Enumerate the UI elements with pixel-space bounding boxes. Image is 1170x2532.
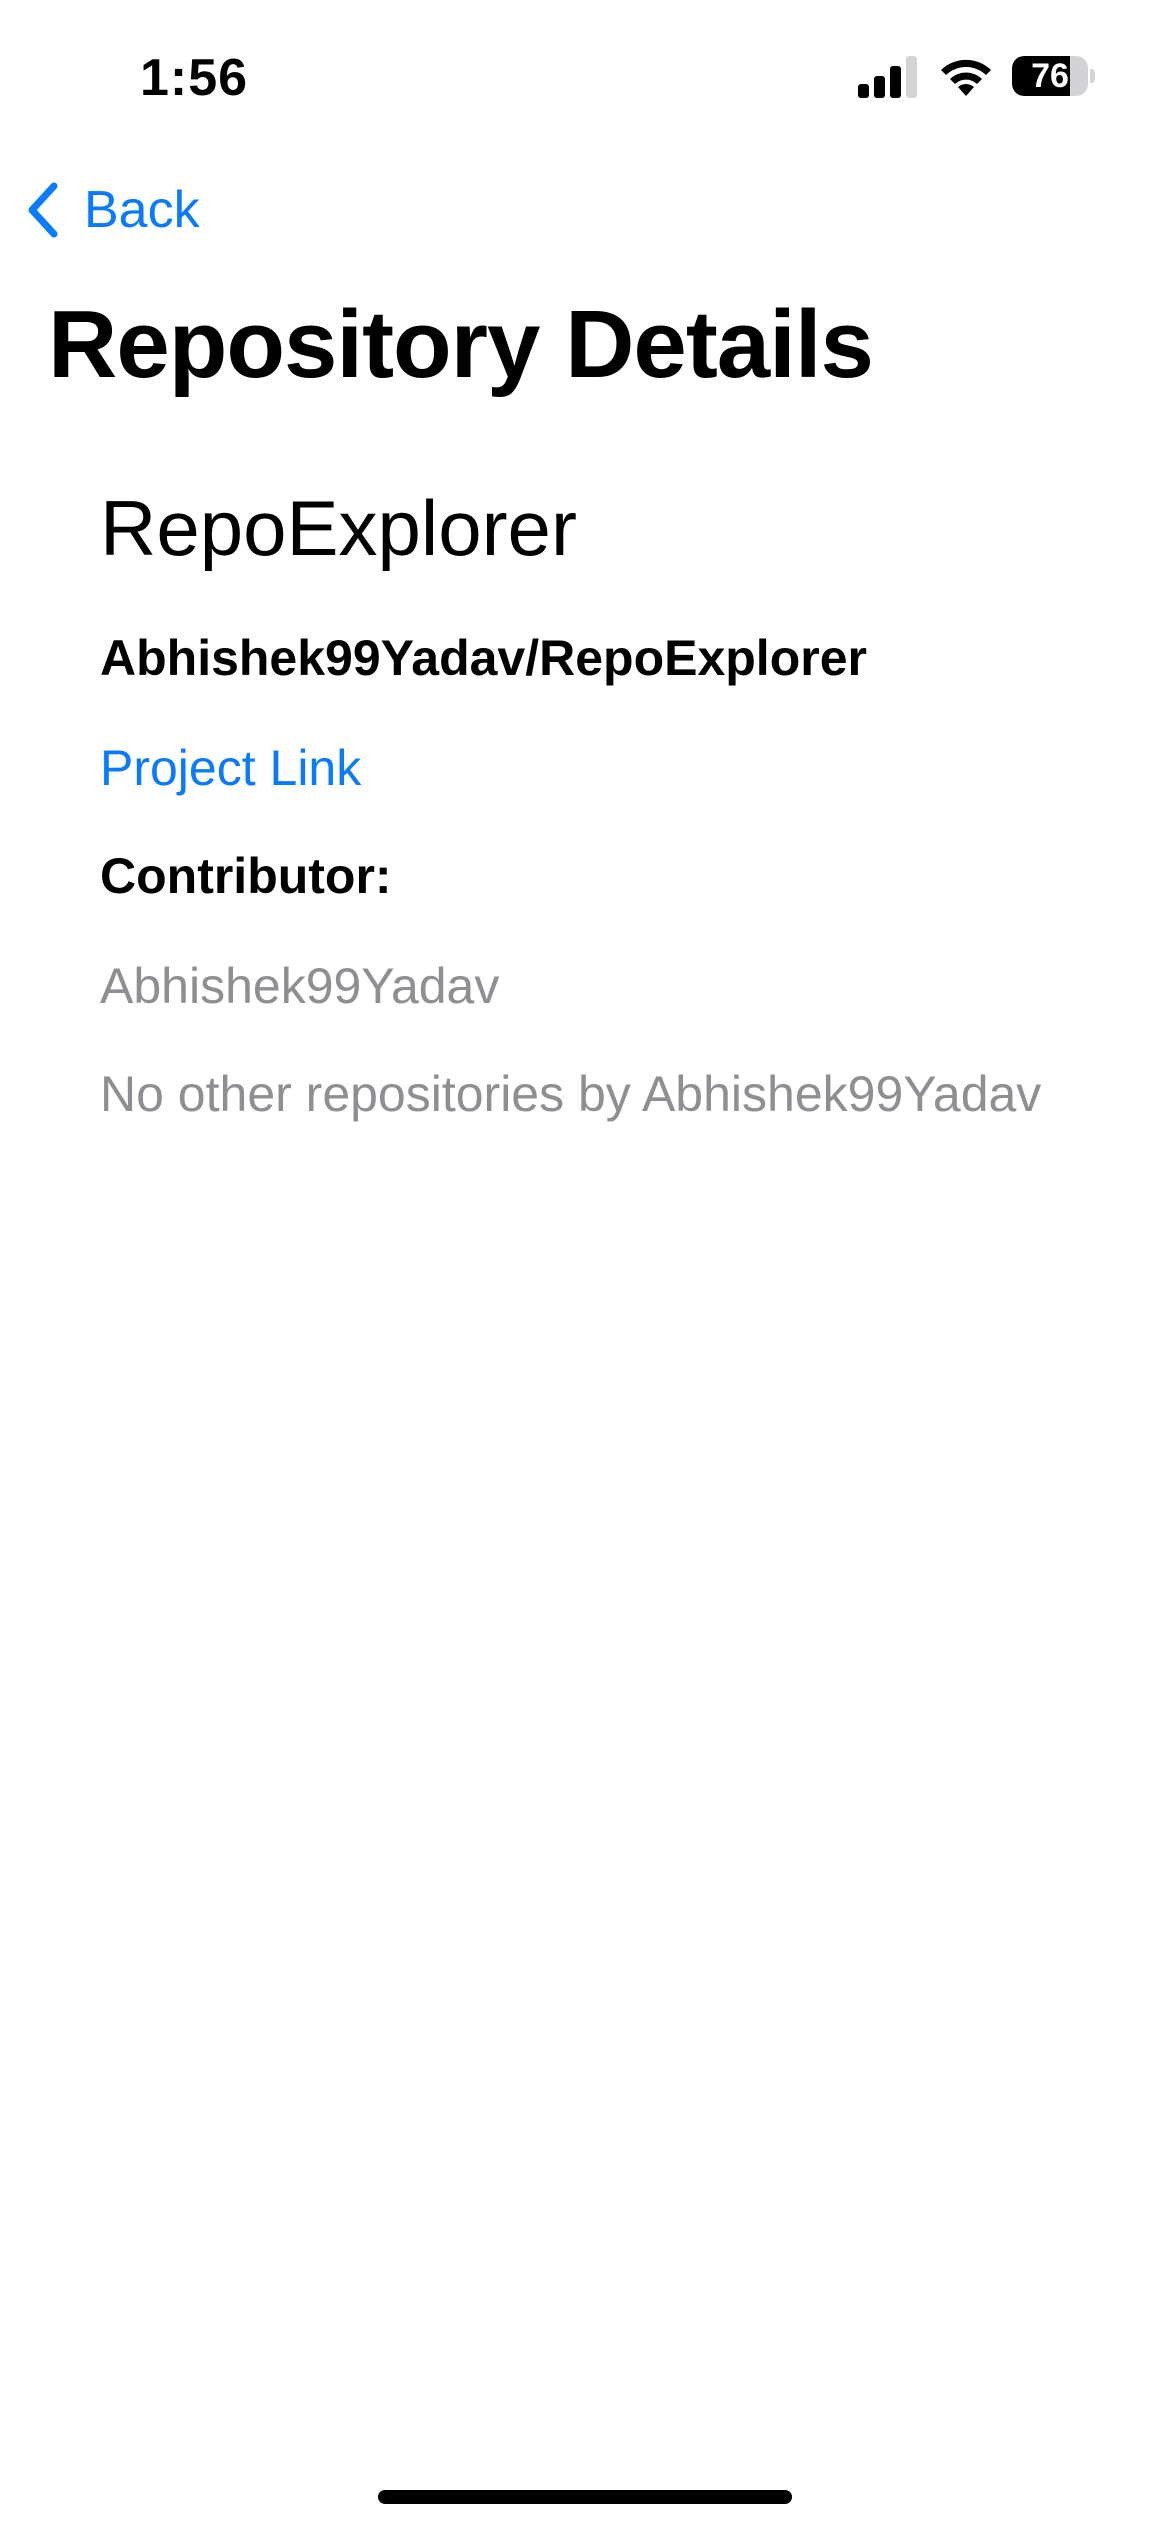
battery-icon: 76 (1012, 52, 1096, 100)
back-button[interactable]: Back (24, 170, 200, 250)
contributor-heading: Contributor: (100, 848, 392, 904)
signal-icon (858, 56, 917, 98)
contributor-name: Abhishek99Yadav (100, 958, 500, 1014)
wifi-icon (941, 59, 991, 96)
repo-name: RepoExplorer (100, 484, 577, 572)
status-time: 1:56 (140, 49, 249, 107)
home-indicator[interactable] (378, 2490, 792, 2504)
chevron-left-icon (28, 182, 58, 238)
battery-level: 76 (1031, 57, 1069, 95)
back-label: Back (84, 181, 200, 239)
battery-cap (1090, 69, 1095, 83)
project-link[interactable]: Project Link (100, 738, 361, 798)
status-bar: 1:56 76 (0, 0, 1170, 150)
other-repos-message: No other repositories by Abhishek99Yadav (100, 1066, 1042, 1122)
repo-full-name: Abhishek99Yadav/RepoExplorer (100, 630, 867, 686)
page-title: Repository Details (48, 291, 874, 398)
